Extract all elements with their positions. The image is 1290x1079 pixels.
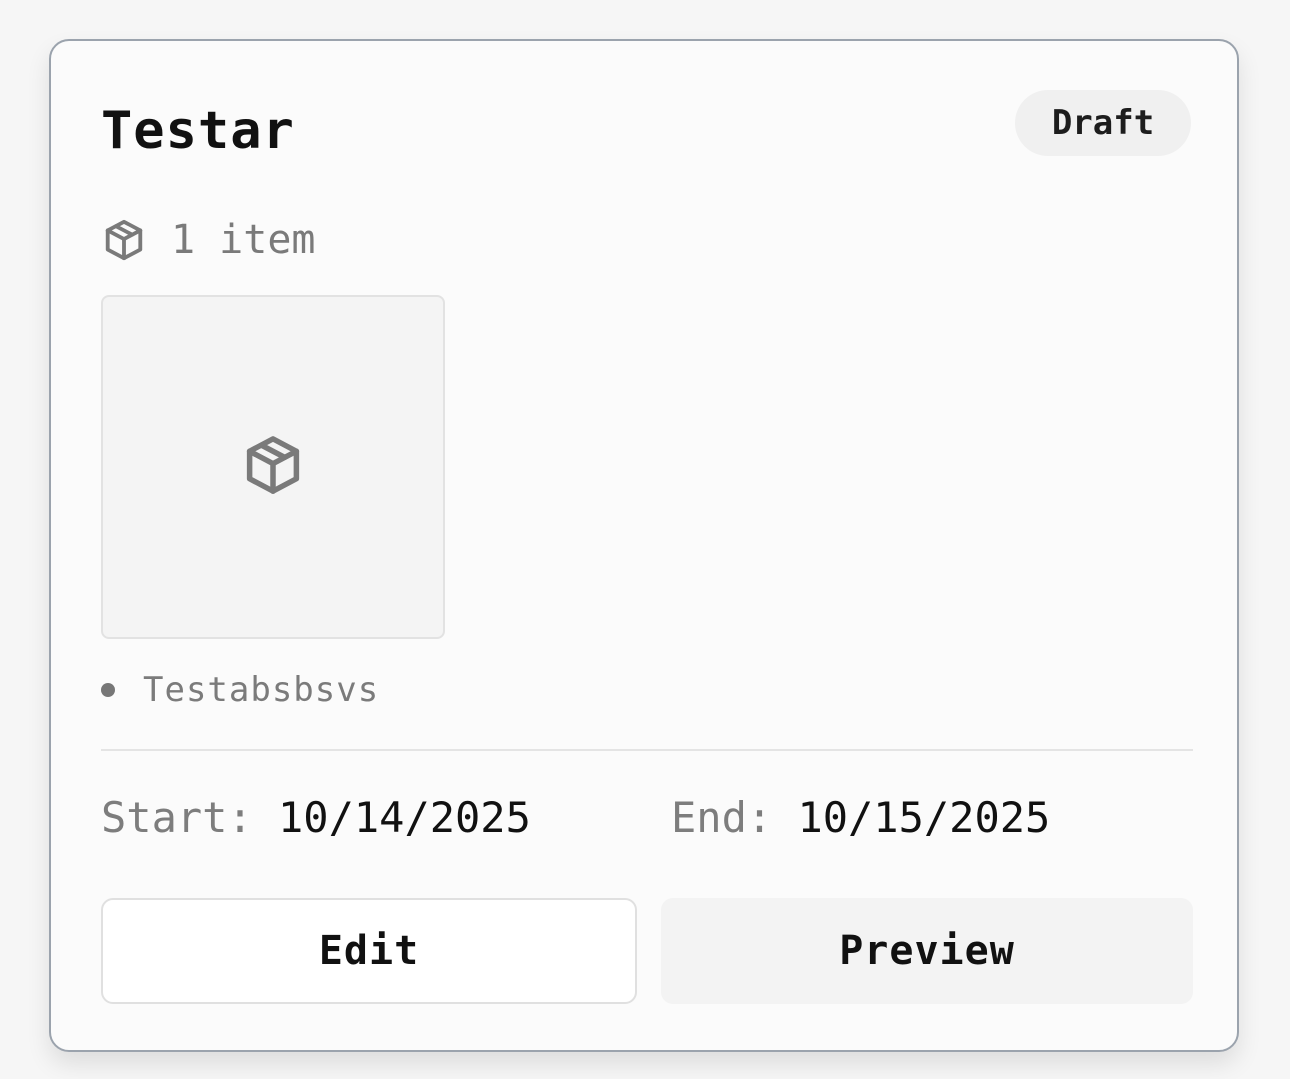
edit-button[interactable]: Edit (101, 898, 637, 1004)
preview-button[interactable]: Preview (661, 898, 1193, 1004)
end-date-value: 10/15/2025 (797, 793, 1051, 842)
start-date-value: 10/14/2025 (278, 793, 531, 842)
list-item: Testabsbsvs (101, 667, 379, 713)
bullet-dot (101, 683, 115, 697)
item-count-row: 1 item (101, 215, 316, 265)
item-name: Testabsbsvs (143, 670, 380, 710)
start-date-label: Start: (101, 793, 253, 842)
package-icon (101, 217, 147, 263)
end-date-label: End: (671, 793, 773, 842)
start-date: Start: 10/14/2025 (101, 793, 531, 842)
item-count: 1 item (171, 217, 316, 263)
card-title: Testar (101, 101, 295, 161)
end-date: End: 10/15/2025 (671, 793, 1050, 842)
status-badge: Draft (1015, 90, 1191, 156)
item-thumbnail[interactable] (101, 295, 445, 639)
divider (101, 749, 1193, 751)
package-icon (240, 432, 306, 502)
campaign-card: Testar Draft 1 item Testabsbsvs Start: 1… (49, 39, 1239, 1052)
